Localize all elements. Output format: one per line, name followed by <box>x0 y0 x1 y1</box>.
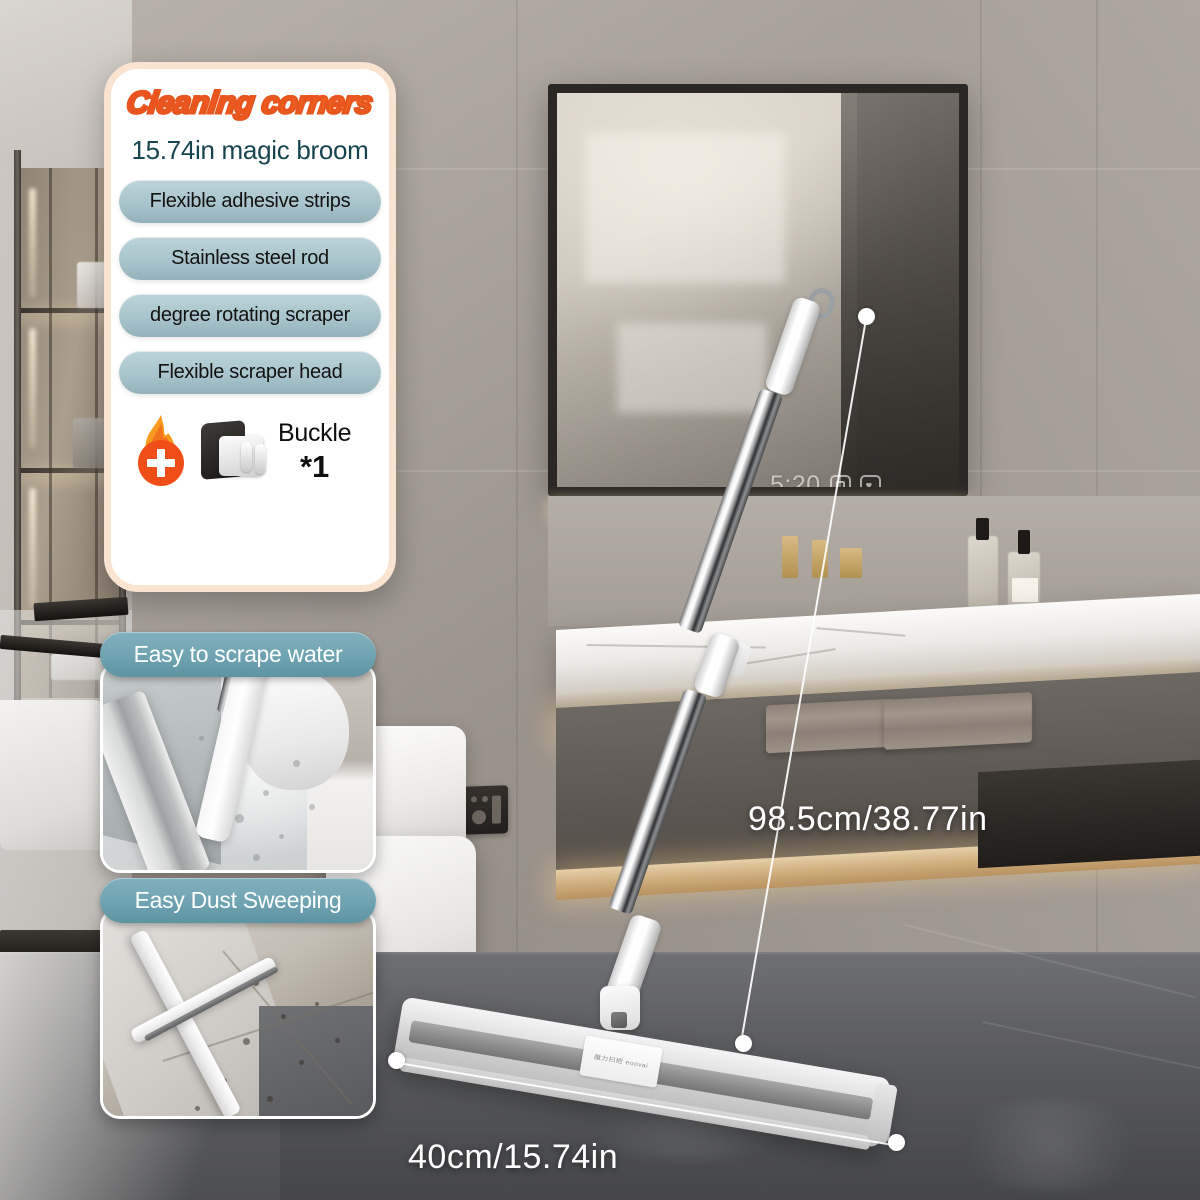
bonus-item-quantity: *1 <box>299 449 330 484</box>
feature-pill-1: Flexible adhesive strips <box>119 180 381 223</box>
measure-endpoint-dot <box>735 1035 752 1052</box>
measure-endpoint-dot <box>888 1134 905 1151</box>
feature-thumbnail-scrape-water: Easy to scrape water <box>100 632 376 873</box>
bonus-item-name: Buckle <box>278 419 352 447</box>
card-title: Cleaning corners <box>124 84 377 122</box>
bonus-gift-row: Buckle *1 <box>124 414 376 490</box>
thumbnail-image-dust-sweeping <box>100 907 376 1119</box>
product-marketing-image: 5:20 ♥ 魔力扫把 eoovai 98.5cm/38.77in 40cm/1… <box>0 0 1200 1200</box>
wall-buckle-icon <box>197 416 269 488</box>
rotating-swivel-joint <box>600 986 640 1030</box>
telescoping-rod-lower <box>608 688 708 916</box>
card-subtitle: 15.74in magic broom <box>131 135 369 165</box>
squeegee-head: 魔力扫把 eoovai <box>392 996 898 1151</box>
length-label: 98.5cm/38.77in <box>748 800 988 838</box>
measure-endpoint-dot <box>388 1052 405 1069</box>
product-brand-label-text: 魔力扫把 eoovai <box>593 1054 649 1070</box>
feature-thumbnail-dust-sweeping: Easy Dust Sweeping <box>100 878 376 1119</box>
handle-grip <box>763 295 823 398</box>
feature-pill-2: Stainless steel rod <box>119 237 381 280</box>
telescoping-rod-upper <box>677 388 784 634</box>
thumbnail-label-scrape-water: Easy to scrape water <box>100 632 376 677</box>
thumbnail-image-scrape-water <box>100 661 376 873</box>
measure-endpoint-dot <box>858 308 875 325</box>
flame-plus-icon <box>130 414 192 490</box>
product-brand-label: 魔力扫把 eoovai <box>579 1035 663 1088</box>
thumbnail-label-dust-sweeping: Easy Dust Sweeping <box>100 878 376 923</box>
feature-info-card: Cleaning corners 15.74in magic broom Fle… <box>104 62 396 592</box>
feature-pill-4: Flexible scraper head <box>119 351 381 394</box>
feature-pill-3: degree rotating scraper <box>119 294 381 337</box>
width-label: 40cm/15.74in <box>408 1138 619 1176</box>
bonus-text-group: Buckle *1 <box>278 419 352 485</box>
